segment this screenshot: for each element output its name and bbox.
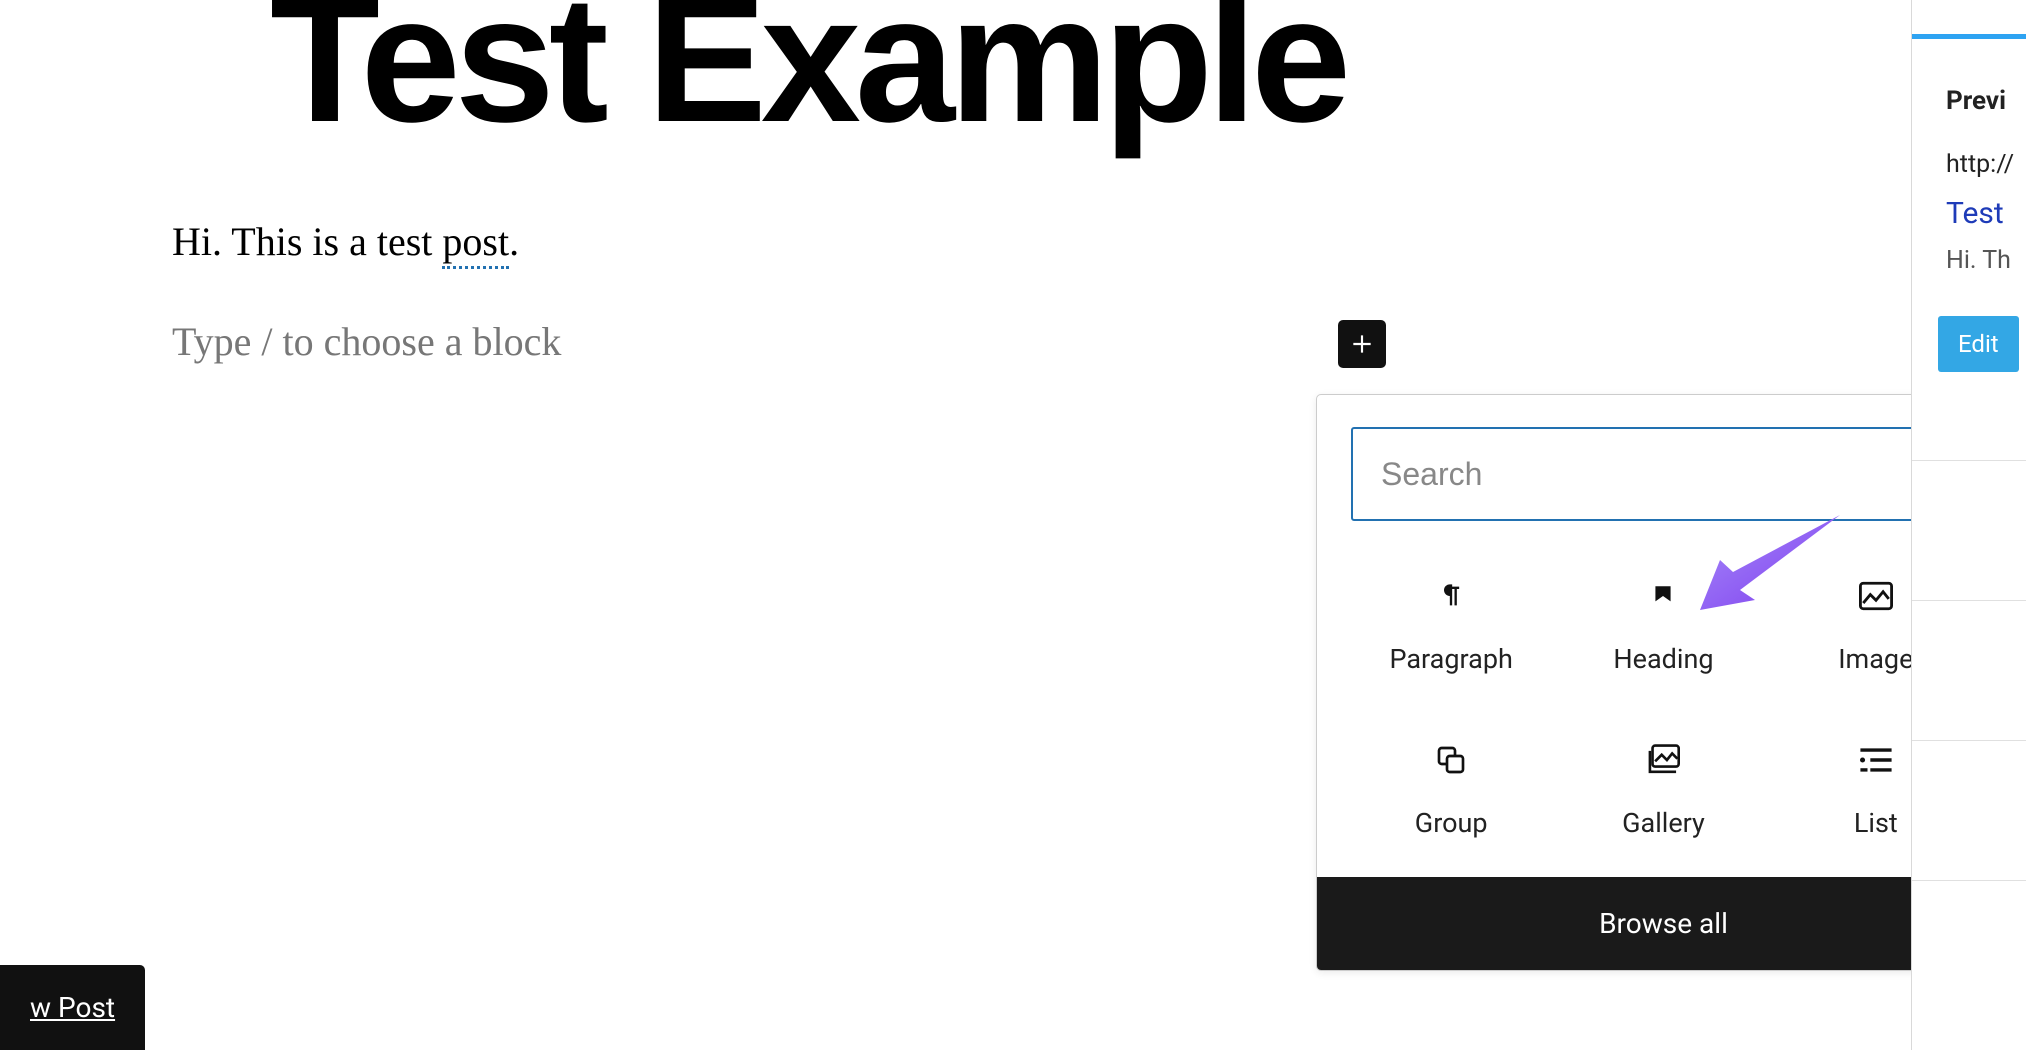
group-icon <box>1435 744 1467 776</box>
block-group[interactable]: Group <box>1345 719 1557 847</box>
post-body-paragraph[interactable]: Hi. This is a test post. <box>172 218 519 265</box>
block-label: Gallery <box>1622 807 1705 839</box>
active-tab-indicator <box>1912 34 2026 39</box>
block-label: Group <box>1415 807 1488 839</box>
heading-icon <box>1650 581 1676 611</box>
block-search-input[interactable] <box>1381 456 1916 493</box>
add-block-button[interactable] <box>1338 320 1386 368</box>
settings-sidebar: Previ http:// Test Hi. Th Edit <box>1911 0 2026 1050</box>
block-label: Paragraph <box>1389 643 1512 675</box>
plus-icon <box>1349 331 1375 357</box>
image-icon <box>1859 581 1893 611</box>
block-search-field[interactable] <box>1351 427 1976 521</box>
preview-heading: Previ <box>1946 86 2006 116</box>
pilcrow-icon <box>1437 580 1465 612</box>
post-body-text: Hi. This is a test <box>172 219 442 264</box>
block-label: Image <box>1838 643 1913 675</box>
preview-url: http:// <box>1946 150 2014 179</box>
spellcheck-underline: post <box>442 219 509 269</box>
block-label: List <box>1854 807 1898 839</box>
post-body-text-suffix: . <box>509 219 519 264</box>
gallery-icon <box>1646 744 1680 776</box>
editor-canvas: Test Example Hi. This is a test post. Ty… <box>0 0 1911 1050</box>
block-label: Heading <box>1613 643 1713 675</box>
sidebar-divider <box>1912 600 2026 601</box>
edit-button[interactable]: Edit <box>1938 316 2019 372</box>
block-gallery[interactable]: Gallery <box>1557 719 1769 847</box>
block-inserter-popover: Paragraph Heading Image <box>1316 394 2011 971</box>
block-grid: Paragraph Heading Image <box>1317 545 2010 877</box>
sidebar-divider <box>1912 880 2026 881</box>
block-paragraph[interactable]: Paragraph <box>1345 555 1557 683</box>
browse-all-button[interactable]: Browse all <box>1317 877 2010 970</box>
list-icon <box>1859 747 1893 773</box>
new-post-button[interactable]: w Post <box>0 965 145 1050</box>
block-placeholder[interactable]: Type / to choose a block <box>172 318 561 365</box>
post-title[interactable]: Test Example <box>270 0 1345 150</box>
preview-title-link[interactable]: Test <box>1946 196 2004 231</box>
sidebar-divider <box>1912 460 2026 461</box>
sidebar-divider <box>1912 740 2026 741</box>
block-heading[interactable]: Heading <box>1557 555 1769 683</box>
preview-excerpt: Hi. Th <box>1946 246 2011 275</box>
